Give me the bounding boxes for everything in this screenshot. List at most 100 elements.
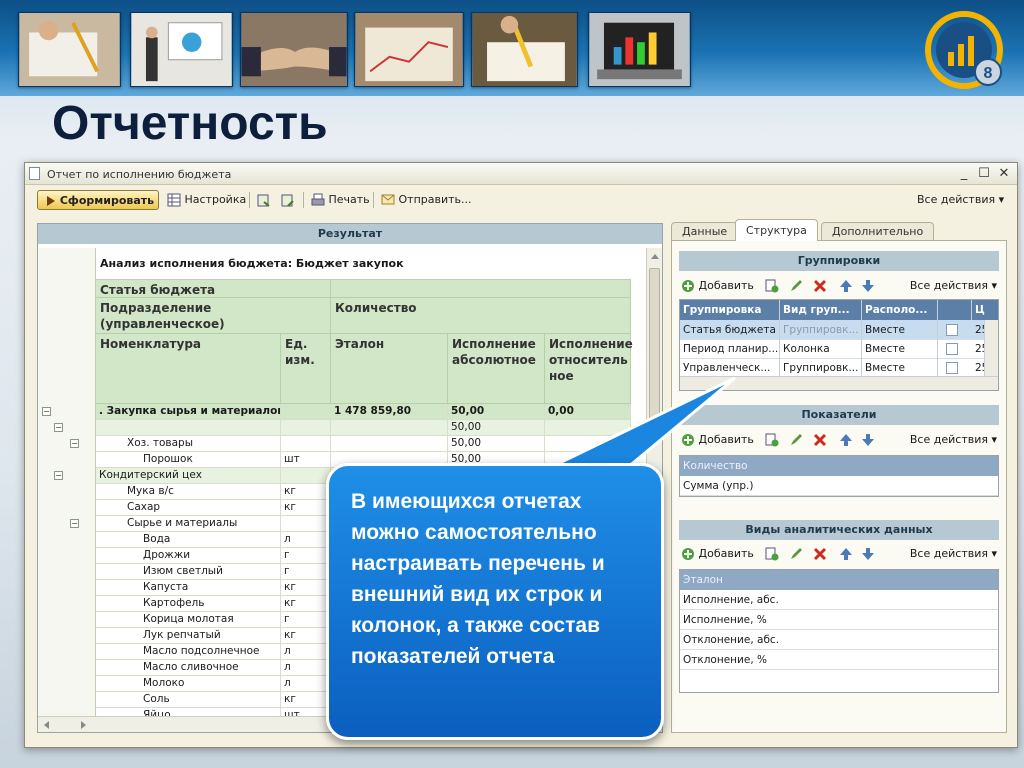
play-icon (47, 196, 55, 206)
cell-kind: Колонка (780, 339, 862, 359)
tree-collapse-icon[interactable]: − (54, 471, 63, 480)
tab-structure-body: Группировки Добавить Все действия ▾ Груп… (671, 240, 1007, 733)
settings-panel: Данные Структура Дополнительно Группиров… (671, 219, 1007, 733)
send-button[interactable]: Отправить... (381, 190, 472, 210)
tab-structure[interactable]: Структура (735, 219, 818, 241)
scroll-thumb[interactable] (649, 268, 660, 428)
move-up-icon[interactable] (839, 279, 853, 293)
row-checkbox[interactable] (946, 343, 958, 355)
move-down-icon[interactable] (861, 547, 875, 561)
cell-unit: л (281, 532, 331, 548)
indicators-add-button[interactable]: Добавить (681, 432, 754, 448)
load-variant-button[interactable] (281, 190, 295, 210)
cell-name: Масло сливочное (96, 660, 281, 676)
tree-collapse-icon[interactable]: − (42, 407, 51, 416)
indicators-all-actions[interactable]: Все действия ▾ (910, 432, 997, 448)
cell-name: Соль (96, 692, 281, 708)
list-item[interactable]: Исполнение, абс. (680, 590, 998, 610)
photo-laptop (588, 12, 691, 87)
move-down-icon[interactable] (861, 433, 875, 447)
header-exec-rel: Исполнение относитель ное (545, 334, 633, 404)
indicators-grid[interactable]: Количество Сумма (упр.) (679, 455, 999, 497)
cell-abs: 50,00 (448, 436, 545, 452)
col-grouping[interactable]: Группировка (680, 300, 780, 320)
header-unit: Ед. изм. (281, 334, 331, 404)
all-actions-menu[interactable]: Все действия ▾ (917, 190, 1004, 210)
copy-icon[interactable] (765, 433, 779, 447)
delete-icon[interactable] (813, 547, 827, 561)
minimize-button[interactable]: _ (955, 165, 973, 183)
cell-name: Вода (96, 532, 281, 548)
generate-button[interactable]: Сформировать (37, 190, 159, 210)
tree-collapse-icon[interactable]: − (70, 439, 79, 448)
col-c[interactable]: Ц (972, 300, 998, 320)
cell-name: Лук репчатый (96, 628, 281, 644)
cell-name: Мука в/с (96, 484, 281, 500)
header-banner: 8 (0, 0, 1024, 96)
analytics-add-button[interactable]: Добавить (681, 546, 754, 562)
col-kind[interactable]: Вид груп... (780, 300, 862, 320)
cell-unit (281, 404, 331, 420)
col-flag[interactable] (938, 300, 972, 320)
move-up-icon[interactable] (839, 433, 853, 447)
groupings-vscroll[interactable] (984, 320, 998, 376)
header-empty (331, 280, 631, 298)
edit-icon[interactable] (789, 547, 803, 561)
analytics-item-label: Отклонение, абс. (683, 634, 780, 646)
tab-data[interactable]: Данные (671, 222, 739, 241)
copy-icon[interactable] (765, 547, 779, 561)
print-label: Печать (328, 193, 370, 206)
analytics-grid[interactable]: Эталон Исполнение, абс. Исполнение, % Откл… (679, 569, 999, 693)
table-row[interactable]: . Закупка сырья и материалов 1 478 859,80… (96, 404, 631, 420)
groupings-hscroll[interactable] (680, 376, 998, 390)
close-button[interactable]: ✕ (995, 165, 1013, 183)
indicators-header: Показатели (679, 405, 999, 425)
analytics-all-actions[interactable]: Все действия ▾ (910, 546, 997, 562)
groupings-add-button[interactable]: Добавить (681, 278, 754, 294)
table-row[interactable]: 50,00 (96, 420, 631, 436)
move-up-icon[interactable] (839, 547, 853, 561)
maximize-button[interactable]: ☐ (975, 165, 993, 183)
header-exec-abs: Исполнение абсолютное (448, 334, 545, 404)
list-item[interactable]: Исполнение, % (680, 610, 998, 630)
table-row[interactable]: Период планир... Колонка Вместе 25 (680, 339, 998, 359)
groupings-grid[interactable]: Группировка Вид груп... Располо... Ц Ста… (679, 299, 999, 391)
row-checkbox[interactable] (946, 362, 958, 374)
list-item[interactable]: Сумма (упр.) (680, 476, 998, 496)
analytics-toolbar: Добавить Все действия ▾ (679, 543, 999, 565)
print-button[interactable]: Печать (311, 190, 370, 210)
cell-unit: кг (281, 484, 331, 500)
header-nomenclature: Номенклатура (96, 334, 281, 404)
row-checkbox[interactable] (946, 324, 958, 336)
col-placement[interactable]: Располо... (862, 300, 938, 320)
analytics-item-label: Исполнение, абс. (683, 594, 779, 606)
save-variant-button[interactable] (257, 190, 271, 210)
delete-icon[interactable] (813, 433, 827, 447)
move-down-icon[interactable] (861, 279, 875, 293)
cell-unit: л (281, 660, 331, 676)
cell-place: Вместе (862, 339, 938, 359)
tab-advanced[interactable]: Дополнительно (821, 222, 935, 241)
edit-icon[interactable] (789, 433, 803, 447)
tree-collapse-icon[interactable]: − (54, 423, 63, 432)
settings-button[interactable]: Настройка (167, 190, 246, 210)
table-row[interactable]: Хоз. товары 50,00 (96, 436, 631, 452)
table-row[interactable]: Управленческ... Группировк... Вместе 25 (680, 358, 998, 378)
toolbar: Сформировать Настройка Печать Отправить.… (25, 186, 1017, 214)
cell-abs: 50,00 (448, 404, 545, 420)
toolbar-divider (249, 192, 250, 208)
copy-icon[interactable] (765, 279, 779, 293)
tree-collapse-icon[interactable]: − (70, 519, 79, 528)
indicators-add-label: Добавить (698, 433, 754, 446)
delete-icon[interactable] (813, 279, 827, 293)
list-item[interactable]: Отклонение, % (680, 650, 998, 670)
cell-name: Капуста (96, 580, 281, 596)
groupings-all-actions[interactable]: Все действия ▾ (910, 278, 997, 294)
cell-std: 1 478 859,80 (331, 404, 448, 420)
table-row[interactable]: Статья бюджета Группировк... Вместе 25 (680, 320, 998, 340)
edit-icon[interactable] (789, 279, 803, 293)
header-department: Подразделение (управленческое) (96, 298, 331, 334)
settings-label: Настройка (184, 193, 247, 206)
cell-name: Молоко (96, 676, 281, 692)
list-item[interactable]: Отклонение, абс. (680, 630, 998, 650)
